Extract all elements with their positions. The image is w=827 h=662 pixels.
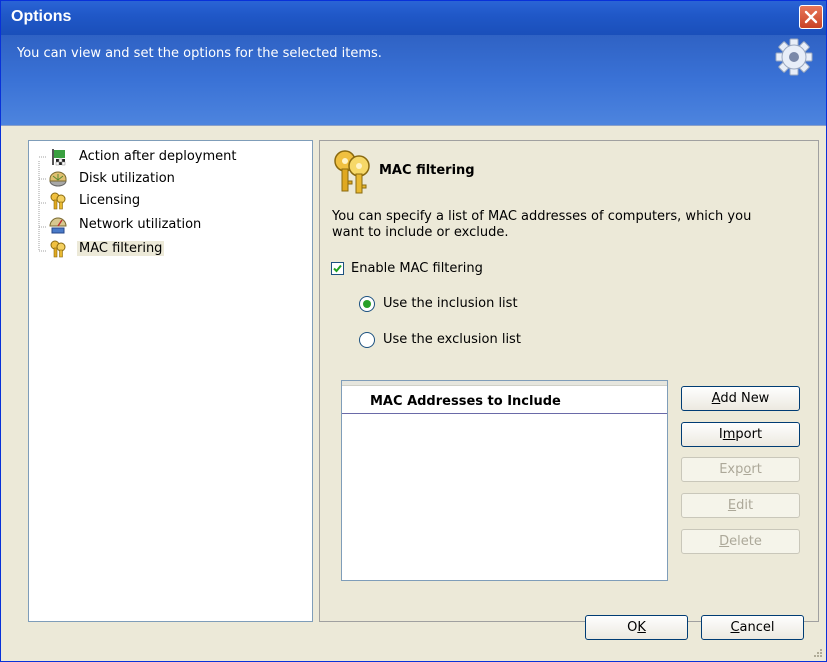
- disk-icon: [49, 171, 67, 187]
- enable-mac-filtering-label[interactable]: Enable MAC filtering: [351, 261, 483, 276]
- button-label: elete: [729, 534, 762, 549]
- add-new-button[interactable]: Add New: [681, 386, 800, 411]
- button-label: ancel: [739, 620, 775, 635]
- keys-icon: [334, 150, 370, 194]
- resize-grip-icon[interactable]: [812, 647, 822, 657]
- close-button[interactable]: [799, 5, 823, 29]
- button-label: rt: [751, 462, 762, 477]
- tree-item-label: Disk utilization: [79, 171, 175, 186]
- list-column-header-label: MAC Addresses to Include: [370, 394, 561, 409]
- section-title: MAC filtering: [379, 163, 475, 178]
- button-label: port: [735, 427, 763, 442]
- edit-button[interactable]: Edit: [681, 493, 800, 518]
- button-label: O: [627, 620, 638, 635]
- tree-connector-lines: [38, 156, 47, 252]
- tree-item-label: Licensing: [79, 193, 141, 208]
- network-icon: [49, 217, 67, 234]
- section-description: You can specify a list of MAC addresses …: [332, 209, 752, 240]
- flag-icon: [52, 149, 66, 166]
- accelerator-key: D: [719, 534, 730, 549]
- exclusion-list-label[interactable]: Use the exclusion list: [383, 332, 521, 347]
- button-label: Exp: [719, 462, 744, 477]
- enable-mac-filtering-checkbox[interactable]: [331, 262, 344, 275]
- accelerator-key: m: [722, 427, 736, 442]
- accelerator-key: K: [637, 620, 646, 635]
- keys-icon: [50, 192, 66, 210]
- exclusion-list-radio[interactable]: [359, 332, 375, 348]
- checkmark-icon: [333, 264, 342, 273]
- header-description: You can view and set the options for the…: [17, 46, 382, 61]
- options-tree[interactable]: Action after deployment Disk utilization…: [28, 140, 313, 622]
- accelerator-key: E: [727, 498, 737, 513]
- inclusion-list-label[interactable]: Use the inclusion list: [383, 296, 518, 311]
- export-button[interactable]: Export: [681, 457, 800, 482]
- header-divider: [1, 125, 826, 126]
- title-bar[interactable]: Options: [1, 1, 826, 35]
- tree-item-label: Network utilization: [79, 217, 202, 232]
- gear-icon: [775, 38, 813, 76]
- button-label: dit: [736, 498, 754, 513]
- ok-button[interactable]: OK: [585, 615, 688, 640]
- button-label: dd New: [720, 391, 770, 406]
- mac-address-list[interactable]: MAC Addresses to Include: [341, 380, 668, 581]
- window-title: Options: [11, 8, 72, 25]
- cancel-button[interactable]: Cancel: [701, 615, 804, 640]
- options-dialog: Options You can view and set the options…: [0, 0, 827, 662]
- inclusion-list-radio[interactable]: [359, 296, 375, 312]
- accelerator-key: C: [730, 620, 740, 635]
- tree-item-label: MAC filtering: [77, 241, 165, 256]
- tree-item-label: Action after deployment: [79, 149, 237, 164]
- keys-icon: [50, 240, 66, 258]
- import-button[interactable]: Import: [681, 422, 800, 447]
- delete-button[interactable]: Delete: [681, 529, 800, 554]
- list-column-header[interactable]: MAC Addresses to Include: [342, 381, 667, 414]
- list-header-strip: [342, 381, 667, 386]
- close-icon: [804, 10, 818, 24]
